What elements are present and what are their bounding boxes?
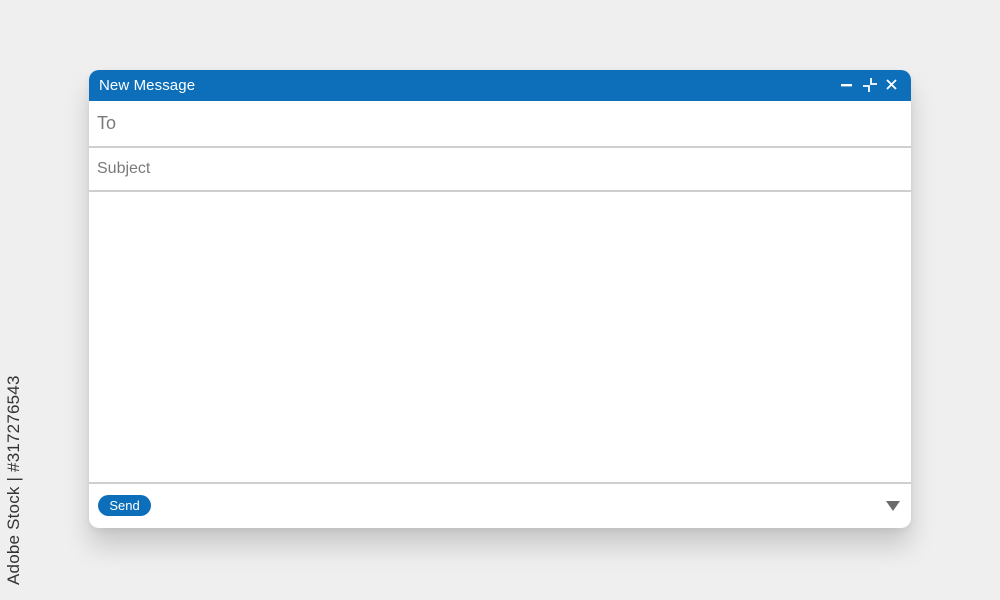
triangle-down-icon[interactable] bbox=[885, 499, 901, 513]
send-button[interactable]: Send bbox=[98, 495, 151, 516]
subject-row bbox=[89, 148, 911, 192]
close-icon[interactable] bbox=[883, 76, 901, 94]
message-body bbox=[89, 192, 911, 484]
to-field[interactable] bbox=[89, 101, 911, 146]
window-title: New Message bbox=[99, 77, 196, 94]
compose-window: New Message Send bbox=[89, 70, 911, 528]
title-bar[interactable]: New Message bbox=[89, 70, 911, 101]
side-label: Adobe Stock | #317276543 bbox=[4, 375, 23, 585]
subject-field[interactable] bbox=[89, 148, 911, 190]
collapse-icon[interactable] bbox=[861, 76, 879, 94]
message-body-input[interactable] bbox=[89, 192, 911, 482]
to-row bbox=[89, 101, 911, 148]
minimize-icon[interactable] bbox=[838, 76, 856, 94]
